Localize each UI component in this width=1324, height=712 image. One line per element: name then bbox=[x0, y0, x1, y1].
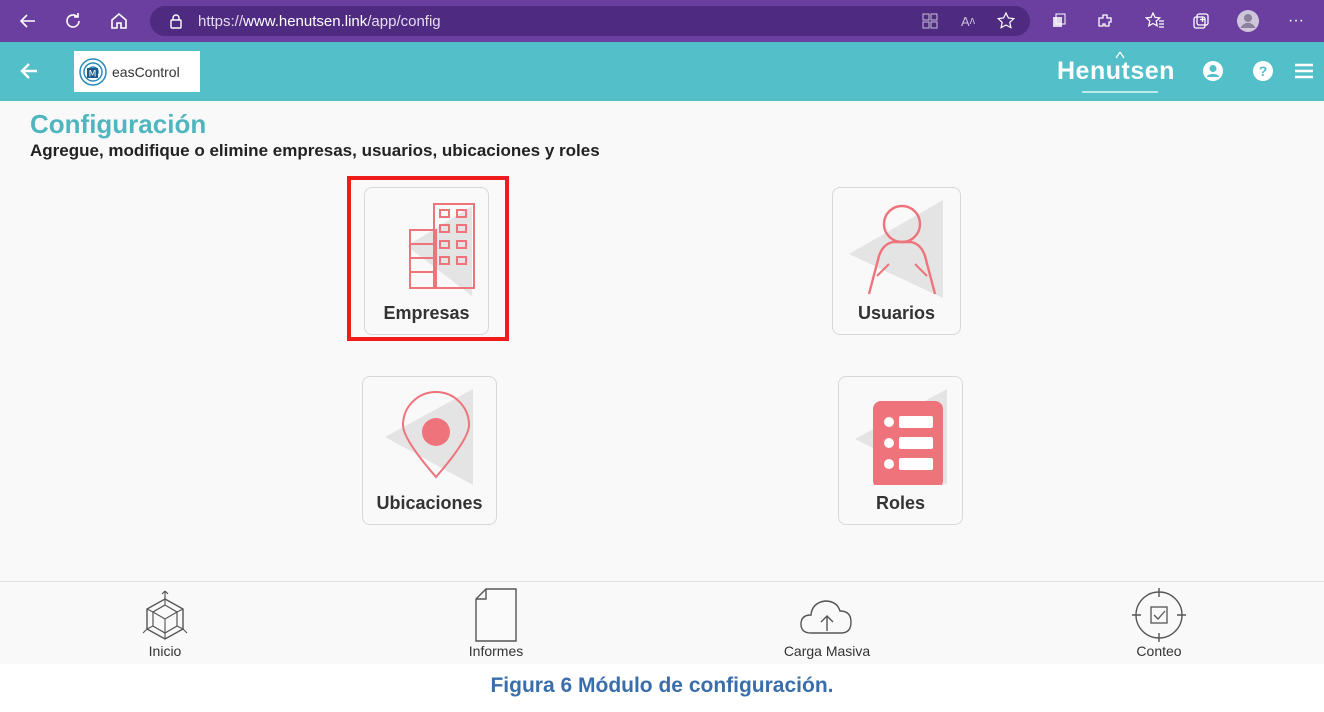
svg-text:?: ? bbox=[1259, 63, 1268, 79]
nav-carga-masiva[interactable]: Carga Masiva bbox=[757, 582, 897, 664]
browser-toolbar: https://www.henutsen.link/app/config Aʌ … bbox=[0, 0, 1324, 42]
empresas-highlight-box bbox=[347, 176, 509, 341]
nav-conteo-label: Conteo bbox=[1136, 643, 1182, 659]
nav-inicio-label: Inicio bbox=[148, 643, 182, 659]
cloud-upload-icon bbox=[800, 600, 852, 634]
url-prefix: https:// bbox=[198, 13, 244, 30]
page-title: Configuración bbox=[30, 109, 207, 139]
nav-inicio[interactable]: Inicio bbox=[95, 582, 235, 664]
page-subtitle: Agregue, modifique o elimine empresas, u… bbox=[30, 141, 600, 160]
roles-label: Roles bbox=[875, 493, 926, 513]
ubicaciones-label: Ubicaciones bbox=[376, 493, 483, 513]
logo-text: easControl bbox=[112, 63, 180, 80]
lock-icon[interactable] bbox=[164, 9, 188, 33]
favorites-icon[interactable] bbox=[1143, 9, 1167, 33]
help-icon[interactable]: ? bbox=[1251, 59, 1275, 83]
nav-conteo[interactable]: Conteo bbox=[1089, 582, 1229, 664]
url-path: /app/config bbox=[367, 13, 441, 30]
refresh-icon[interactable] bbox=[61, 9, 85, 33]
extensions-stack-icon[interactable] bbox=[1047, 9, 1071, 33]
add-favorite-icon[interactable] bbox=[994, 9, 1018, 33]
nav-carga-masiva-label: Carga Masiva bbox=[783, 643, 871, 659]
app-grid-icon[interactable] bbox=[918, 9, 942, 33]
address-bar[interactable]: https://www.henutsen.link/app/config Aʌ bbox=[150, 6, 1030, 36]
browser-back-icon[interactable] bbox=[16, 9, 40, 33]
meascontrol-logo: M easControl bbox=[74, 51, 200, 92]
url-domain: www.henutsen.link bbox=[243, 13, 368, 30]
read-aloud-icon[interactable]: Aʌ bbox=[956, 9, 980, 33]
fingerprint-logo-icon: M bbox=[79, 57, 107, 86]
roles-tile[interactable]: Roles bbox=[838, 376, 963, 525]
back-icon[interactable] bbox=[17, 59, 41, 83]
document-icon bbox=[475, 588, 517, 642]
cube-icon bbox=[142, 590, 188, 640]
more-options-icon[interactable]: ··· bbox=[1284, 9, 1308, 33]
user-account-icon[interactable] bbox=[1201, 59, 1225, 83]
location-pin-icon bbox=[385, 389, 473, 485]
nav-informes[interactable]: Informes bbox=[426, 582, 566, 664]
ubicaciones-tile[interactable]: Ubicaciones bbox=[362, 376, 497, 525]
figure-caption: Figura 6 Módulo de configuración. bbox=[490, 674, 834, 697]
bottom-nav: Inicio Informes Carga Masiva Conteo bbox=[0, 581, 1324, 664]
config-page: Configuración Agregue, modifique o elimi… bbox=[0, 101, 1324, 581]
person-icon bbox=[849, 200, 943, 298]
svg-text:M: M bbox=[89, 69, 97, 79]
brand-triangle-icon bbox=[1082, 51, 1158, 93]
collections-icon[interactable] bbox=[1189, 9, 1213, 33]
app-header: M easControl Henutsen ? bbox=[0, 42, 1324, 101]
extensions-icon[interactable] bbox=[1093, 9, 1117, 33]
usuarios-label: Usuarios bbox=[857, 303, 936, 323]
nav-informes-label: Informes bbox=[468, 643, 524, 659]
home-icon[interactable] bbox=[107, 9, 131, 33]
url-text: https://www.henutsen.link/app/config bbox=[198, 13, 441, 30]
menu-icon[interactable] bbox=[1292, 59, 1316, 83]
target-check-icon bbox=[1132, 588, 1186, 642]
profile-avatar-icon[interactable] bbox=[1236, 9, 1260, 33]
list-icon bbox=[855, 389, 947, 485]
usuarios-tile[interactable]: Usuarios bbox=[832, 187, 961, 335]
